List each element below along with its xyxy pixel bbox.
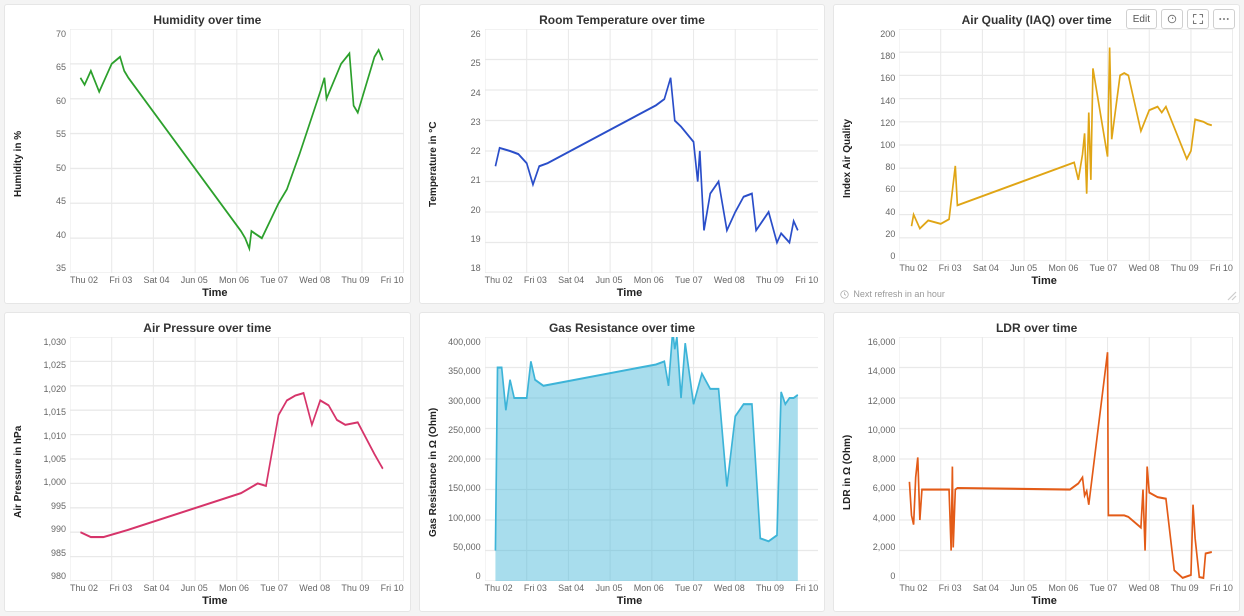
chart-body: Gas Resistance in Ω (Ohm)050,000100,0001…	[426, 337, 819, 607]
x-axis-label: Time	[26, 595, 404, 607]
series-temp	[495, 78, 797, 243]
series-ldr	[910, 352, 1212, 578]
panel-title: Room Temperature over time	[426, 13, 819, 27]
y-axis-label: Index Air Quality	[840, 29, 855, 287]
y-ticks: 050,000100,000150,000200,000250,000300,0…	[441, 337, 485, 581]
panel-pressure: Air Pressure over time Air Pressure in hP…	[4, 312, 411, 612]
fullscreen-icon[interactable]	[1187, 9, 1209, 29]
panel-room_temp: Room Temperature over time Temperature in…	[419, 4, 826, 304]
panel-title: Gas Resistance over time	[426, 321, 819, 335]
refresh-note-label: Next refresh in an hour	[853, 289, 945, 299]
y-ticks: 02,0004,0006,0008,00010,00012,00014,0001…	[855, 337, 899, 581]
x-axis-label: Time	[26, 287, 404, 299]
y-ticks: 020406080100120140160180200	[855, 29, 899, 261]
panel-title: Humidity over time	[11, 13, 404, 27]
y-axis-label: Gas Resistance in Ω (Ohm)	[426, 337, 441, 607]
y-axis-label: Temperature in °C	[426, 29, 441, 299]
explore-icon[interactable]	[1161, 9, 1183, 29]
x-ticks: Thu 02Fri 03Sat 04Jun 05Mon 06Tue 07Wed …	[441, 581, 819, 593]
dashboard-grid: Humidity over time Humidity in %354045505…	[4, 4, 1240, 612]
chart-body: Humidity in %3540455055606570Thu 02Fri 0…	[11, 29, 404, 299]
x-axis-label: Time	[855, 275, 1233, 287]
chart-body: LDR in Ω (Ohm)02,0004,0006,0008,00010,00…	[840, 337, 1233, 607]
x-ticks: Thu 02Fri 03Sat 04Jun 05Mon 06Tue 07Wed …	[26, 581, 404, 593]
panel-gas: Gas Resistance over time Gas Resistance i…	[419, 312, 826, 612]
panel-toolbar: Edit	[1126, 9, 1235, 29]
plot-area[interactable]	[70, 337, 404, 581]
plot-area[interactable]	[485, 337, 819, 581]
y-ticks: 181920212223242526	[441, 29, 485, 273]
panel-iaq: EditAir Quality (IAQ) over timeIndex Air…	[833, 4, 1240, 304]
plot-area[interactable]	[485, 29, 819, 273]
x-axis-label: Time	[855, 595, 1233, 607]
refresh-note: Next refresh in an hour	[840, 289, 1233, 299]
chart-body: Index Air Quality02040608010012014016018…	[840, 29, 1233, 287]
panel-title: Air Pressure over time	[11, 321, 404, 335]
y-axis-label: Humidity in %	[11, 29, 26, 299]
y-axis-label: Air Pressure in hPa	[11, 337, 26, 607]
more-icon[interactable]	[1213, 9, 1235, 29]
resize-handle[interactable]	[1227, 291, 1237, 301]
edit-button[interactable]: Edit	[1126, 9, 1157, 29]
x-axis-label: Time	[441, 595, 819, 607]
panel-title: LDR over time	[840, 321, 1233, 335]
x-ticks: Thu 02Fri 03Sat 04Jun 05Mon 06Tue 07Wed …	[441, 273, 819, 285]
x-axis-label: Time	[441, 287, 819, 299]
y-ticks: 9809859909951,0001,0051,0101,0151,0201,0…	[26, 337, 70, 581]
chart-body: Temperature in °C181920212223242526Thu 0…	[426, 29, 819, 299]
y-axis-label: LDR in Ω (Ohm)	[840, 337, 855, 607]
x-ticks: Thu 02Fri 03Sat 04Jun 05Mon 06Tue 07Wed …	[855, 581, 1233, 593]
plot-area[interactable]	[899, 337, 1233, 581]
panel-humidity: Humidity over time Humidity in %354045505…	[4, 4, 411, 304]
plot-area[interactable]	[899, 29, 1233, 261]
x-ticks: Thu 02Fri 03Sat 04Jun 05Mon 06Tue 07Wed …	[26, 273, 404, 285]
chart-body: Air Pressure in hPa9809859909951,0001,00…	[11, 337, 404, 607]
clock-icon	[840, 290, 849, 299]
plot-area[interactable]	[70, 29, 404, 273]
x-ticks: Thu 02Fri 03Sat 04Jun 05Mon 06Tue 07Wed …	[855, 261, 1233, 273]
y-ticks: 3540455055606570	[26, 29, 70, 273]
panel-ldr: LDR over time LDR in Ω (Ohm)02,0004,0006,…	[833, 312, 1240, 612]
series-humidity	[80, 50, 382, 249]
series-pressure	[80, 393, 382, 537]
series-iaq	[912, 48, 1212, 229]
